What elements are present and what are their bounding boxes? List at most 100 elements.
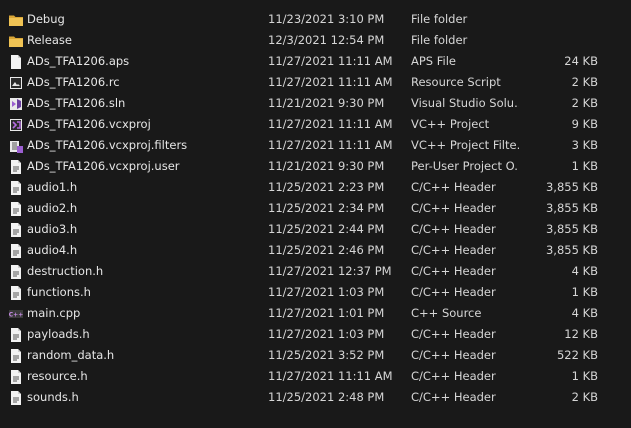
file-type: File folder	[411, 12, 468, 26]
file-name: random_data.h	[27, 348, 115, 362]
file-row[interactable]: ADs_TFA1206.vcxproj 11/27/2021 11:11 AM VC…	[0, 114, 631, 135]
file-size: 3,855 KB	[545, 201, 598, 215]
file-type: VC++ Project	[411, 117, 490, 131]
file-size: 2 KB	[571, 390, 598, 404]
file-type: C/C++ Header	[411, 180, 496, 194]
file-name: functions.h	[27, 285, 91, 299]
file-name: destruction.h	[27, 264, 104, 278]
file-row[interactable]: C++ main.cpp 11/27/2021 1:01 PM C++ Source 4…	[0, 303, 631, 324]
file-row[interactable]: ADs_TFA1206.rc 11/27/2021 11:11 AM Resourc…	[0, 72, 631, 93]
file-size: 24 KB	[564, 54, 598, 68]
file-row[interactable]: Debug 11/23/2021 3:10 PM File folder	[0, 9, 631, 30]
file-row[interactable]: functions.h 11/27/2021 1:03 PM C/C++ Heade…	[0, 282, 631, 303]
header-file-icon	[8, 180, 24, 196]
file-type: C++ Source	[411, 306, 482, 320]
file-type: APS File	[411, 54, 457, 68]
file-row[interactable]: Release 12/3/2021 12:54 PM File folder	[0, 30, 631, 51]
file-date-modified: 11/25/2021 3:52 PM	[268, 348, 385, 362]
vcxproj-filters-icon	[8, 138, 24, 154]
header-file-icon	[8, 159, 24, 175]
file-row[interactable]: ADs_TFA1206.aps 11/27/2021 11:11 AM APS Fi…	[0, 51, 631, 72]
file-date-modified: 11/25/2021 2:48 PM	[268, 390, 385, 404]
file-size: 1 KB	[571, 285, 598, 299]
file-size: 9 KB	[571, 117, 598, 131]
file-type: Per-User Project O...	[411, 159, 519, 173]
file-row[interactable]: ADs_TFA1206.vcxproj.user 11/21/2021 9:30 …	[0, 156, 631, 177]
header-file-icon	[8, 369, 24, 385]
file-type: C/C++ Header	[411, 390, 496, 404]
file-row[interactable]: sounds.h 11/25/2021 2:48 PM C/C++ Header 2 …	[0, 387, 631, 408]
file-type: C/C++ Header	[411, 201, 496, 215]
file-size: 3,855 KB	[545, 180, 598, 194]
file-name: ADs_TFA1206.vcxproj.filters	[27, 138, 188, 152]
file-row[interactable]: ADs_TFA1206.sln 11/21/2021 9:30 PM Visual …	[0, 93, 631, 114]
file-size: 2 KB	[571, 96, 598, 110]
file-name: audio3.h	[27, 222, 78, 236]
file-name: sounds.h	[27, 390, 79, 404]
file-name: ADs_TFA1206.rc	[27, 75, 120, 89]
file-size: 1 KB	[571, 369, 598, 383]
header-file-icon	[8, 327, 24, 343]
file-type: C/C++ Header	[411, 264, 496, 278]
header-file-icon	[8, 222, 24, 238]
file-date-modified: 11/25/2021 2:44 PM	[268, 222, 385, 236]
file-date-modified: 11/27/2021 11:11 AM	[268, 369, 393, 383]
file-row[interactable]: random_data.h 11/25/2021 3:52 PM C/C++ Hea…	[0, 345, 631, 366]
header-file-icon	[8, 348, 24, 364]
file-size: 3,855 KB	[545, 222, 598, 236]
file-date-modified: 11/27/2021 1:03 PM	[268, 285, 385, 299]
file-row[interactable]: resource.h 11/27/2021 11:11 AM C/C++ Heade…	[0, 366, 631, 387]
file-row[interactable]: audio4.h 11/25/2021 2:46 PM C/C++ Header 3,…	[0, 240, 631, 261]
file-row[interactable]: audio2.h 11/25/2021 2:34 PM C/C++ Header 3,…	[0, 198, 631, 219]
file-name: Release	[27, 33, 72, 47]
header-file-icon	[8, 264, 24, 280]
visual-studio-solution-icon	[8, 96, 24, 112]
file-type: C/C++ Header	[411, 222, 496, 236]
file-size: 3,855 KB	[545, 243, 598, 257]
file-name: main.cpp	[27, 306, 81, 320]
file-name: audio4.h	[27, 243, 78, 257]
file-date-modified: 11/23/2021 3:10 PM	[268, 12, 385, 26]
header-file-icon	[8, 390, 24, 406]
file-row[interactable]: audio1.h 11/25/2021 2:23 PM C/C++ Header 3,…	[0, 177, 631, 198]
file-name: resource.h	[27, 369, 88, 383]
file-date-modified: 11/27/2021 11:11 AM	[268, 138, 393, 152]
file-size: 4 KB	[571, 306, 598, 320]
file-row[interactable]: payloads.h 11/27/2021 1:03 PM C/C++ Header…	[0, 324, 631, 345]
file-date-modified: 11/27/2021 1:01 PM	[268, 306, 385, 320]
file-row[interactable]: destruction.h 11/27/2021 12:37 PM C/C++ He…	[0, 261, 631, 282]
file-date-modified: 11/25/2021 2:46 PM	[268, 243, 385, 257]
file-date-modified: 11/27/2021 11:11 AM	[268, 117, 393, 131]
file-name: audio2.h	[27, 201, 78, 215]
file-date-modified: 11/21/2021 9:30 PM	[268, 159, 385, 173]
file-name: ADs_TFA1206.vcxproj.user	[27, 159, 180, 173]
file-size: 1 KB	[571, 159, 598, 173]
file-type: Resource Script	[411, 75, 501, 89]
file-date-modified: 11/27/2021 11:11 AM	[268, 75, 393, 89]
file-name: audio1.h	[27, 180, 78, 194]
file-list: Debug 11/23/2021 3:10 PM File folder Releas…	[0, 0, 631, 428]
header-file-icon	[8, 201, 24, 217]
svg-text:C++: C++	[9, 312, 23, 319]
resource-script-icon	[8, 75, 24, 91]
file-date-modified: 11/27/2021 11:11 AM	[268, 54, 393, 68]
vcxproj-icon	[8, 117, 24, 133]
file-type: C/C++ Header	[411, 243, 496, 257]
file-type: C/C++ Header	[411, 348, 496, 362]
cpp-source-icon: C++	[8, 306, 24, 322]
file-date-modified: 11/21/2021 9:30 PM	[268, 96, 385, 110]
file-row[interactable]: ADs_TFA1206.vcxproj.filters 11/27/2021 11…	[0, 135, 631, 156]
blank-file-icon	[8, 54, 24, 70]
file-name: ADs_TFA1206.sln	[27, 96, 126, 110]
file-type: C/C++ Header	[411, 369, 496, 383]
file-type: C/C++ Header	[411, 327, 496, 341]
header-file-icon	[8, 285, 24, 301]
file-row[interactable]: audio3.h 11/25/2021 2:44 PM C/C++ Header 3,…	[0, 219, 631, 240]
file-size: 2 KB	[571, 75, 598, 89]
file-date-modified: 12/3/2021 12:54 PM	[268, 33, 385, 47]
file-name: ADs_TFA1206.aps	[27, 54, 130, 68]
file-type: Visual Studio Solu...	[411, 96, 519, 110]
folder-icon	[8, 33, 24, 49]
file-type: File folder	[411, 33, 468, 47]
file-date-modified: 11/27/2021 1:03 PM	[268, 327, 385, 341]
